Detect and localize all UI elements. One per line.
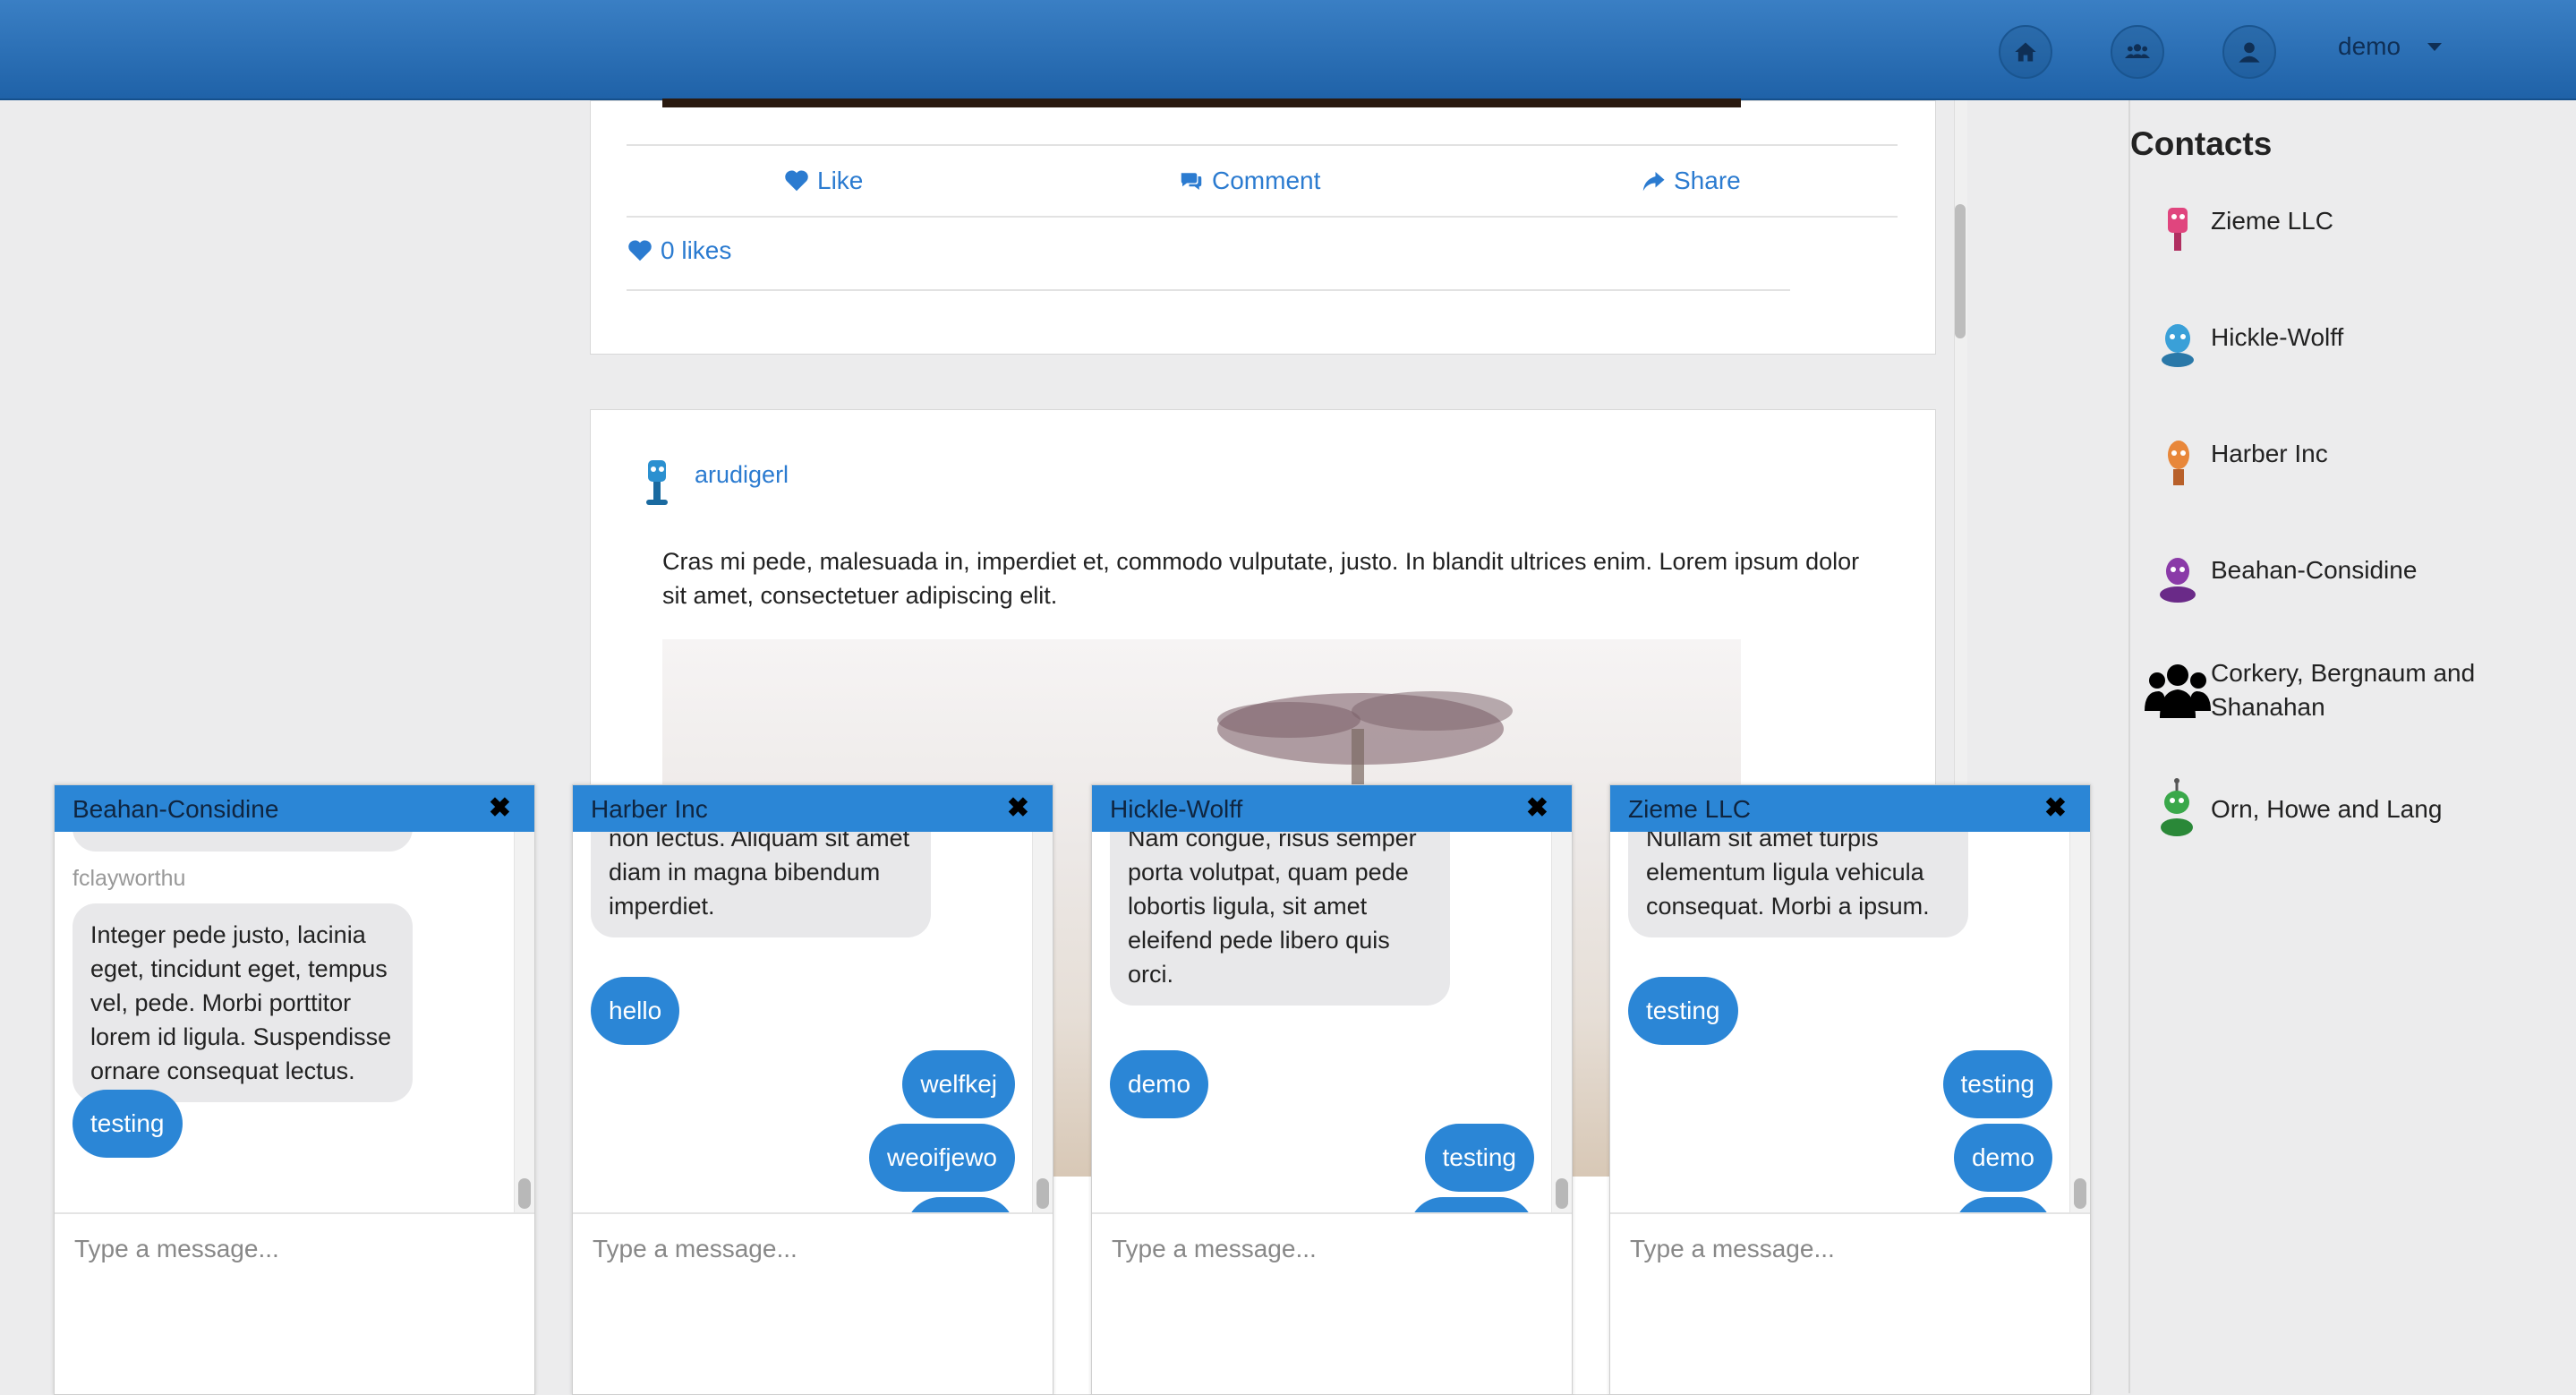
chat-header[interactable]: Harber Inc ✖ <box>573 785 1053 832</box>
message-bubble-outgoing: weoifjewo <box>869 1124 1015 1192</box>
message-bubble-outgoing: welfkej <box>902 1050 1015 1118</box>
message-bubble-outgoing: testing <box>1424 1124 1534 1192</box>
profile-button[interactable] <box>2222 25 2276 79</box>
group-icon[interactable] <box>2145 659 2211 720</box>
home-button[interactable] <box>1999 25 2052 79</box>
message-sender: fclayworthu <box>73 866 186 891</box>
chat-title: Beahan-Considine <box>73 795 279 823</box>
post-card <box>590 100 1936 355</box>
message-bubble-incoming: Nam congue, risus semper porta volutpat,… <box>1110 832 1450 1006</box>
comment-button[interactable]: Comment <box>1178 167 1320 195</box>
message-bubble-incoming <box>73 832 413 852</box>
contacts-panel <box>2128 100 2576 1393</box>
chat-title: Hickle-Wolff <box>1110 795 1243 823</box>
chat-scrollbar-thumb[interactable] <box>1556 1178 1568 1209</box>
message-bubble-outgoing: demo <box>1110 1050 1209 1118</box>
share-icon <box>1642 172 1665 192</box>
message-bubble-incoming: Nullam sit amet turpis elementum ligula … <box>1628 832 1968 937</box>
message-bubble-outgoing: testomg <box>1409 1197 1534 1212</box>
contact-avatar[interactable] <box>2162 202 2193 256</box>
share-label: Share <box>1674 167 1741 194</box>
chat-messages[interactable]: fclayworthu Integer pede justo, lacinia … <box>55 832 534 1212</box>
chat-input-area <box>1092 1212 1572 1394</box>
chat-messages[interactable]: Nullam sit amet turpis elementum ligula … <box>1610 832 2090 1212</box>
chat-messages[interactable]: Nam congue, risus semper porta volutpat,… <box>1092 832 1572 1212</box>
divider <box>627 289 1790 291</box>
message-bubble-incoming: Integer pede justo, lacinia eget, tincid… <box>73 903 413 1102</box>
comment-icon <box>1181 173 1202 190</box>
chat-input-area <box>55 1212 534 1394</box>
post-image <box>662 98 1741 107</box>
chat-window-harber-inc: Harber Inc ✖ non lectus. Aliquam sit ame… <box>572 784 1053 1395</box>
message-input[interactable] <box>1628 1230 2061 1268</box>
chat-window-beahan-considine: Beahan-Considine ✖ fclayworthu Integer p… <box>54 784 535 1395</box>
post-text: Cras mi pede, malesuada in, imperdiet et… <box>662 548 1860 609</box>
like-label: Like <box>817 167 864 194</box>
chat-scrollbar[interactable] <box>1032 832 1053 1212</box>
message-bubble-outgoing: hello <box>591 977 680 1045</box>
close-icon[interactable]: ✖ <box>1526 792 1548 824</box>
heart-icon <box>628 240 652 261</box>
share-button[interactable]: Share <box>1640 167 1741 195</box>
message-bubble-outgoing: testing <box>905 1197 1015 1212</box>
chat-header[interactable]: Hickle-Wolff ✖ <box>1092 785 1572 832</box>
divider <box>627 216 1898 218</box>
like-button[interactable]: Like <box>783 167 863 195</box>
message-input[interactable] <box>591 1230 1024 1268</box>
feed-scrollbar-thumb[interactable] <box>1955 204 1966 338</box>
message-bubble-outgoing: demo <box>1953 1124 2052 1192</box>
top-navbar: demo <box>0 0 2576 100</box>
contact-avatar[interactable] <box>2161 435 2196 491</box>
groups-icon <box>2125 44 2150 58</box>
chat-scrollbar[interactable] <box>1551 832 1572 1212</box>
contact-item-harber-inc[interactable]: Harber Inc <box>2211 437 2328 471</box>
contact-avatar[interactable] <box>2157 552 2198 607</box>
heart-icon <box>785 170 808 192</box>
chat-header[interactable]: Beahan-Considine ✖ <box>55 785 534 832</box>
contact-avatar[interactable] <box>2155 777 2198 842</box>
chat-scrollbar[interactable] <box>2069 832 2090 1212</box>
chat-title: Zieme LLC <box>1628 795 1751 823</box>
chat-scrollbar-thumb[interactable] <box>2074 1178 2086 1209</box>
divider <box>627 144 1898 146</box>
home-icon <box>2015 42 2036 62</box>
author-avatar[interactable] <box>637 457 677 510</box>
contact-item-hickle-wolff[interactable]: Hickle-Wolff <box>2211 321 2343 355</box>
message-bubble-outgoing: testing <box>1942 1050 2052 1118</box>
contact-avatar[interactable] <box>2157 319 2198 372</box>
contact-item-zieme-llc[interactable]: Zieme LLC <box>2211 204 2333 238</box>
groups-button[interactable] <box>2111 25 2164 79</box>
message-input[interactable] <box>73 1230 506 1268</box>
close-icon[interactable]: ✖ <box>1007 792 1029 824</box>
user-menu-label[interactable]: demo <box>2338 32 2401 61</box>
close-icon[interactable]: ✖ <box>2044 792 2067 824</box>
chat-window-zieme-llc: Zieme LLC ✖ Nullam sit amet turpis eleme… <box>1609 784 2091 1395</box>
contacts-title: Contacts <box>2130 125 2273 162</box>
message-bubble-incoming: non lectus. Aliquam sit amet diam in mag… <box>591 832 931 937</box>
chat-window-hickle-wolff: Hickle-Wolff ✖ Nam congue, risus semper … <box>1091 784 1573 1395</box>
message-bubble-outgoing: demo <box>1953 1197 2052 1212</box>
chevron-down-icon[interactable] <box>2427 43 2442 51</box>
chat-scrollbar-thumb[interactable] <box>1036 1178 1049 1209</box>
user-icon <box>2239 42 2260 63</box>
chat-input-area <box>1610 1212 2090 1394</box>
contact-item-corkery-bergnaum-and-shanahan[interactable]: Corkery, Bergnaum and Shanahan <box>2211 656 2506 724</box>
chat-title: Harber Inc <box>591 795 708 823</box>
comment-label: Comment <box>1212 167 1321 194</box>
message-input[interactable] <box>1110 1230 1543 1268</box>
chat-header[interactable]: Zieme LLC ✖ <box>1610 785 2090 832</box>
likes-count[interactable]: 0 likes <box>627 236 731 265</box>
message-bubble-outgoing: testing <box>73 1090 183 1158</box>
chat-messages[interactable]: non lectus. Aliquam sit amet diam in mag… <box>573 832 1053 1212</box>
message-bubble-outgoing: testing <box>1628 977 1738 1045</box>
likes-count-label: 0 likes <box>661 236 732 264</box>
chat-scrollbar-thumb[interactable] <box>518 1178 531 1209</box>
chat-scrollbar[interactable] <box>514 832 534 1212</box>
post-author-link[interactable]: arudigerl <box>695 461 789 489</box>
contact-item-orn-howe-and-lang[interactable]: Orn, Howe and Lang <box>2211 792 2442 826</box>
close-icon[interactable]: ✖ <box>489 792 511 824</box>
contact-item-beahan-considine[interactable]: Beahan-Considine <box>2211 553 2417 587</box>
chat-input-area <box>573 1212 1053 1394</box>
